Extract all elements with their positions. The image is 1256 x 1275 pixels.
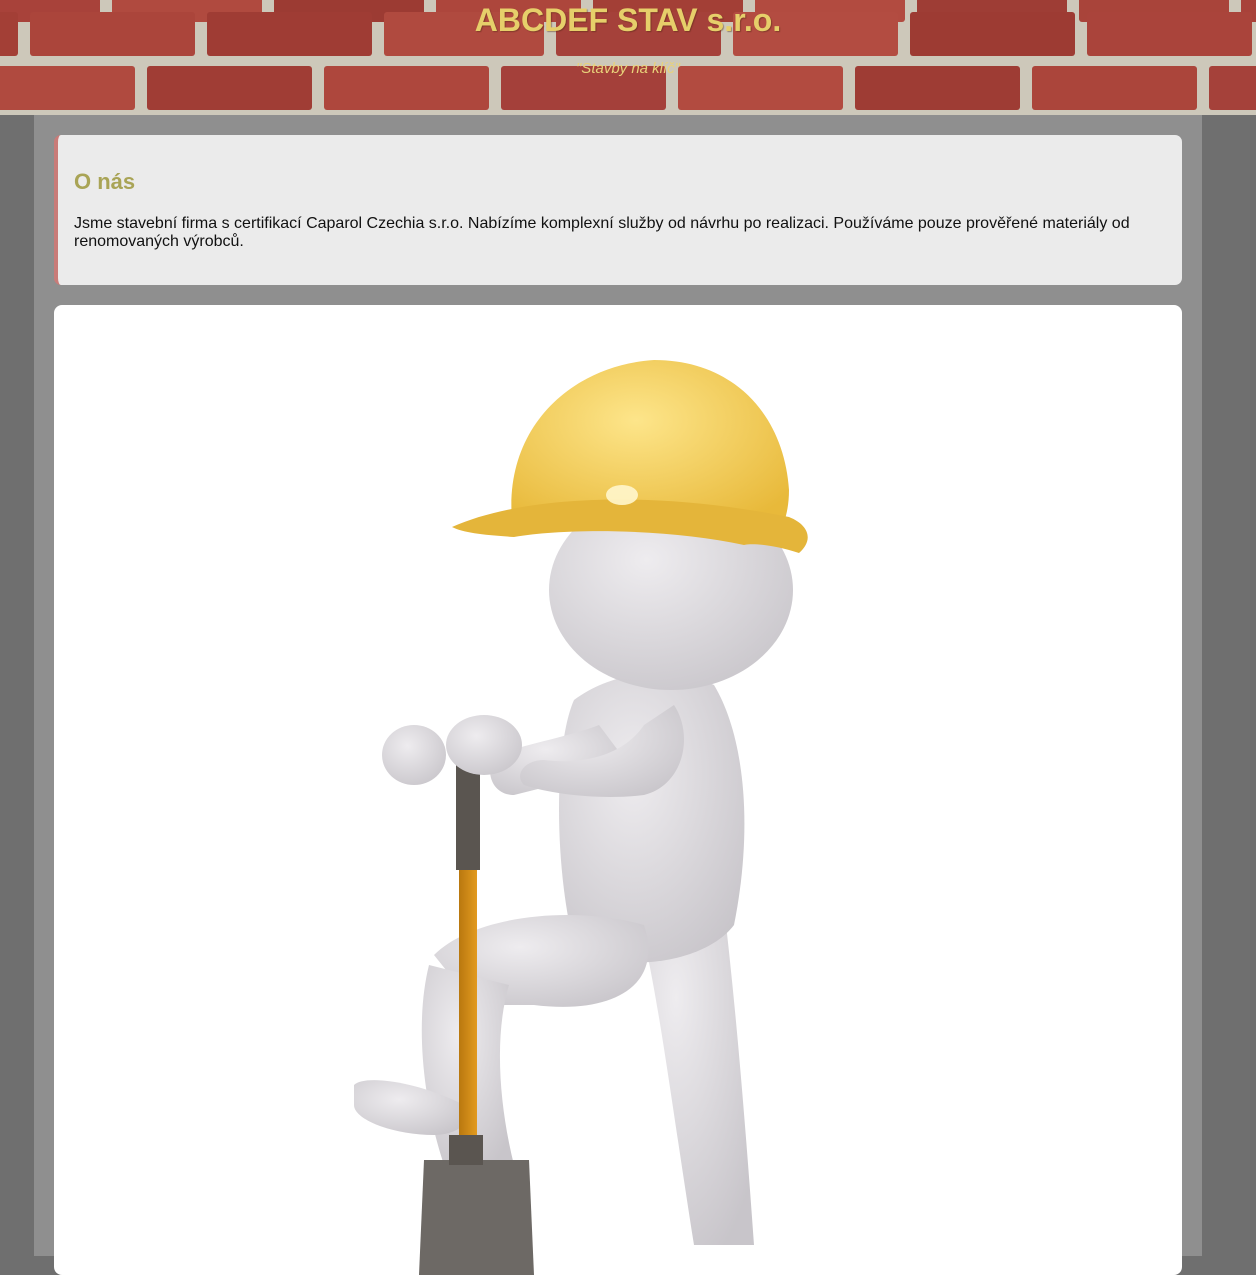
site-slogan: "Stavby na klíč"	[575, 60, 681, 77]
construction-worker-illustration	[354, 360, 808, 1275]
about-section: O nás Jsme stavební firma s certifikací …	[54, 135, 1182, 285]
main-column: O nás Jsme stavební firma s certifikací …	[34, 115, 1202, 1275]
worker-image-card	[54, 305, 1182, 1275]
about-paragraph: Jsme stavební firma s certifikací Caparo…	[74, 215, 1130, 250]
site-title: ABCDEF STAV s.r.o.	[474, 2, 782, 38]
about-heading: O nás	[74, 169, 136, 194]
site-header: ABCDEF STAV s.r.o. "Stavby na klíč"	[0, 0, 1256, 115]
